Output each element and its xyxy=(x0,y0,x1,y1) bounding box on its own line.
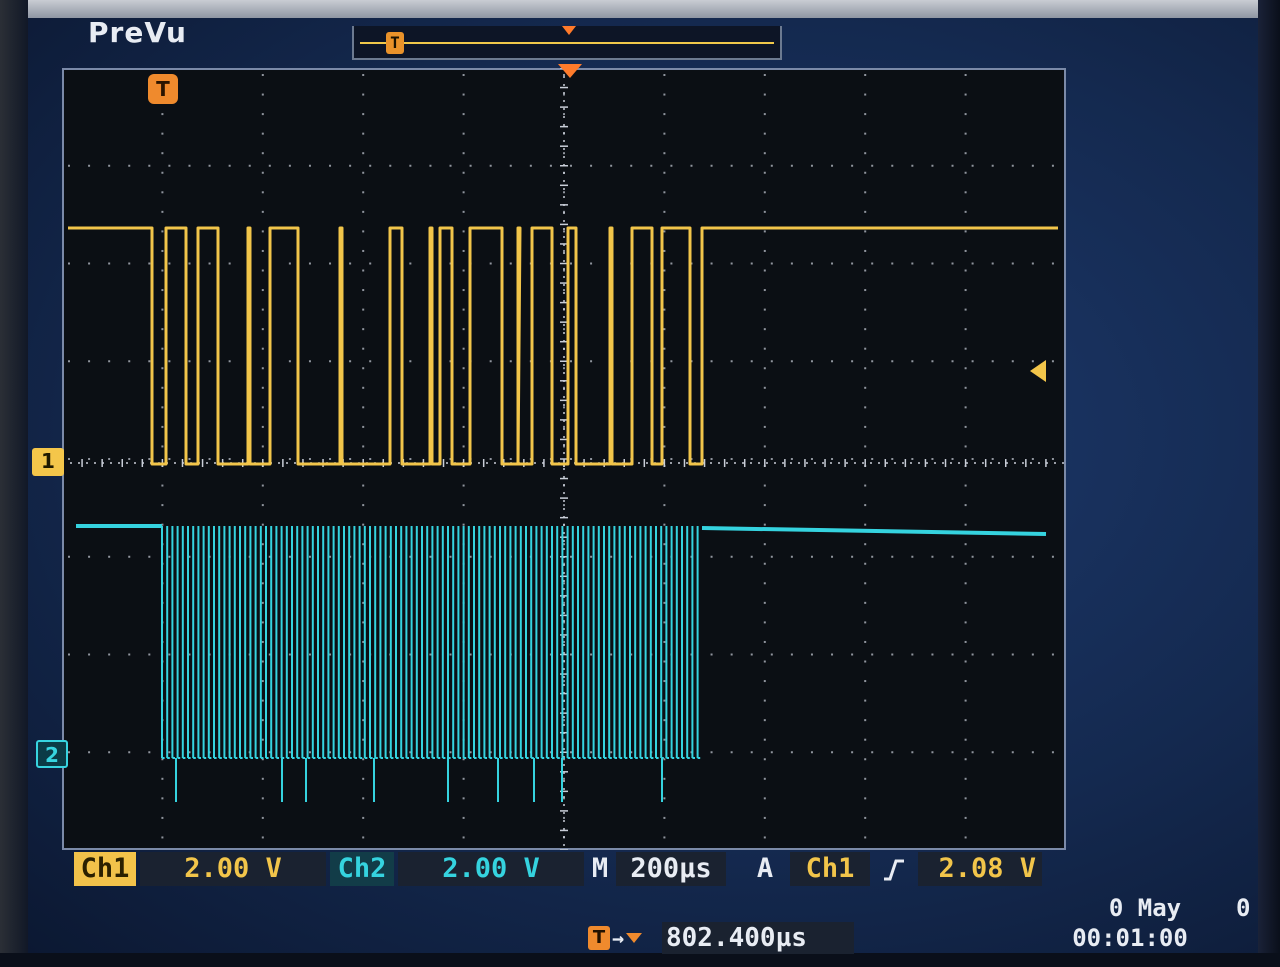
trigger-point-icon xyxy=(558,64,582,78)
status-indicator: 0 xyxy=(1236,894,1251,922)
center-crosshair xyxy=(62,68,1066,850)
record-view-bar[interactable]: T xyxy=(352,26,782,60)
ch2-waveform xyxy=(76,524,1047,802)
ch2-label[interactable]: Ch2 xyxy=(330,852,394,886)
trigger-position-icon: T xyxy=(148,74,178,104)
trigger-level-value: 2.08 V xyxy=(918,852,1042,886)
bezel-right xyxy=(1258,0,1280,967)
timebase-value: 200µs xyxy=(616,852,726,886)
trigger-level-icon[interactable] xyxy=(1030,360,1046,382)
record-center-icon xyxy=(562,26,576,35)
main-timebase-tag: M xyxy=(591,853,609,884)
position-triangle-icon xyxy=(626,933,643,943)
ch1-label[interactable]: Ch1 xyxy=(74,852,136,886)
grid-dots xyxy=(68,74,1054,839)
ch2-scale: 2.00 V xyxy=(398,852,584,886)
time-readout: 00:01:00 xyxy=(1072,924,1188,952)
ch1-scale: 2.00 V xyxy=(140,852,326,886)
trigger-mode-tag: A xyxy=(756,853,774,884)
oscilloscope-screen: PreVu T T 1 2 Ch1 2.00 V Ch2 2.00 V M 20… xyxy=(0,0,1280,967)
waveform-display xyxy=(62,68,1066,850)
trigger-icon: T xyxy=(588,926,610,950)
record-trigger-icon: T xyxy=(386,32,404,54)
date-readout: 0 May xyxy=(1108,894,1182,922)
bezel-left xyxy=(0,0,28,967)
bezel-top xyxy=(0,0,1280,18)
acquisition-mode-label: PreVu xyxy=(88,16,187,49)
bezel-bottom xyxy=(0,953,1280,967)
horizontal-position-value: 802.400µs xyxy=(662,922,854,954)
arrow-right-icon: → xyxy=(612,926,625,950)
record-line xyxy=(360,42,774,44)
ch2-ground-marker[interactable]: 2 xyxy=(36,740,68,768)
rising-edge-icon xyxy=(872,852,916,886)
horizontal-position-icon: T → xyxy=(588,924,643,952)
trigger-source: Ch1 xyxy=(790,852,870,886)
ch1-ground-marker[interactable]: 1 xyxy=(32,448,64,476)
